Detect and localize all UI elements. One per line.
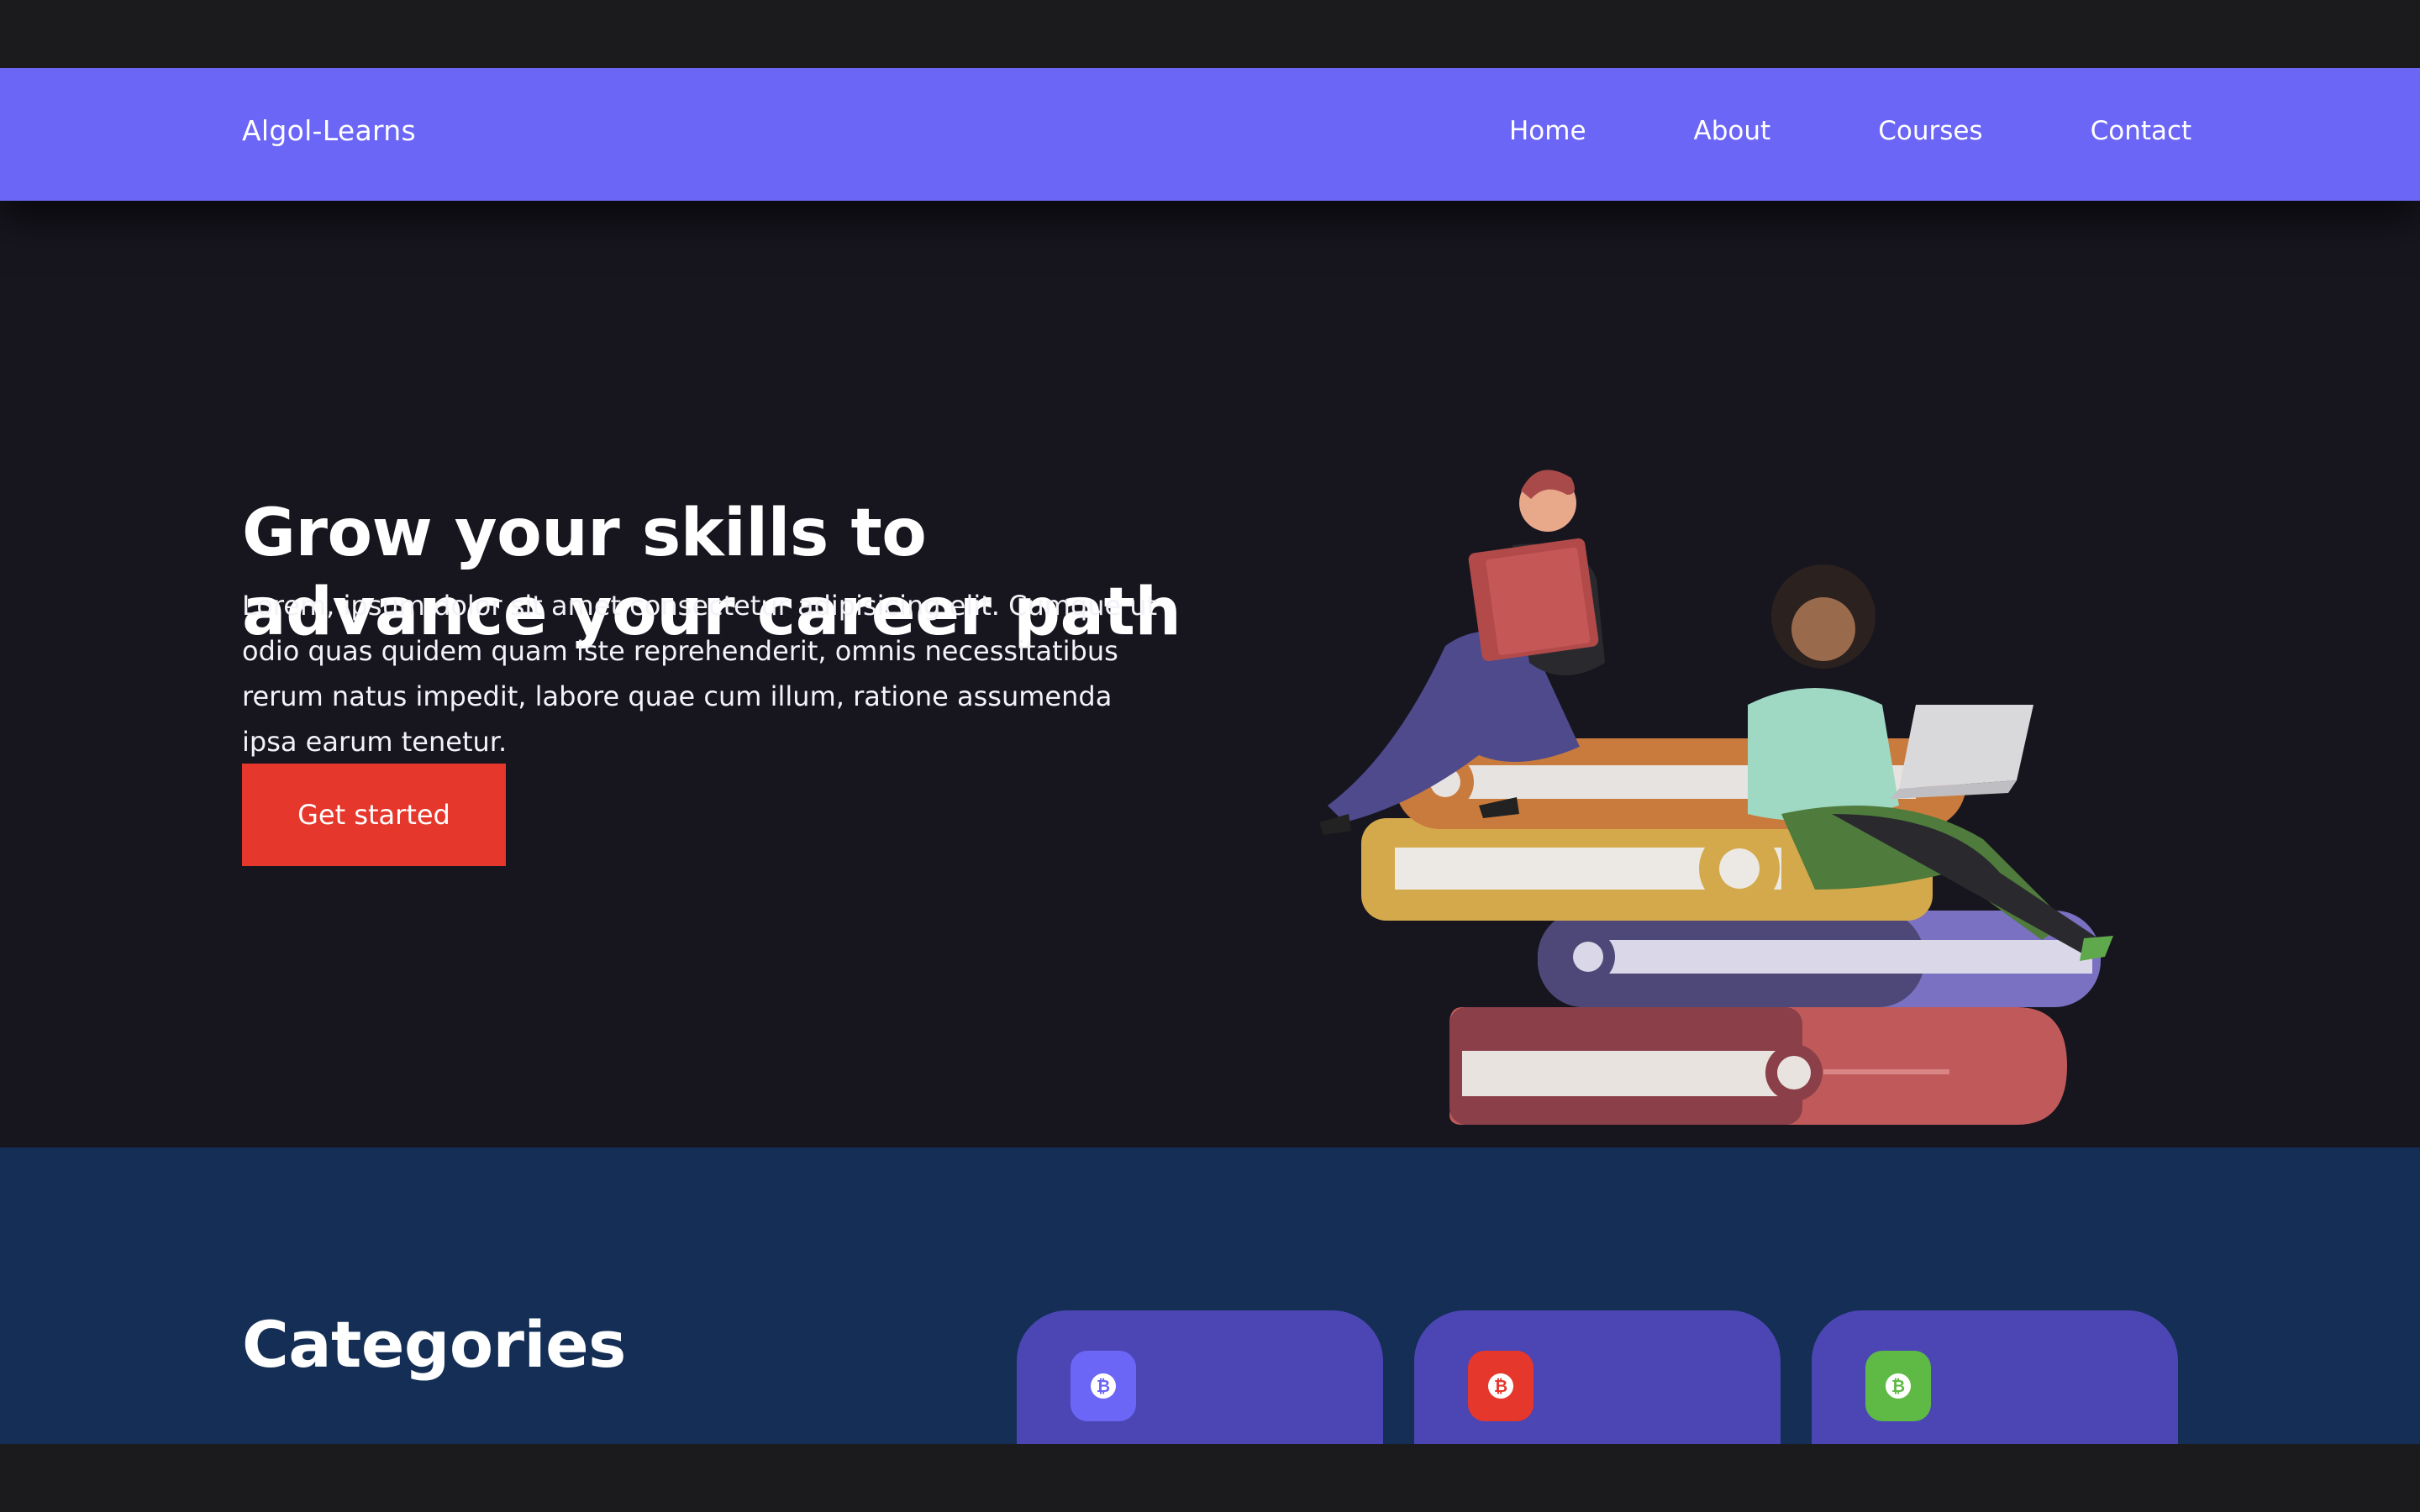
- coin-glyph: ₿: [1091, 1373, 1116, 1399]
- coin-glyph: ₿: [1488, 1373, 1513, 1399]
- category-card[interactable]: ₿: [1017, 1310, 1383, 1444]
- nav-links: Home About Courses Contact: [1509, 116, 2191, 146]
- purple-book: [1538, 911, 2101, 1007]
- coin-glyph: ₿: [1886, 1373, 1911, 1399]
- bitcoin-icon: ₿: [1468, 1351, 1534, 1421]
- people-reading-on-books-illustration: [1319, 470, 2113, 1125]
- red-book: [1449, 1007, 2067, 1125]
- category-card[interactable]: ₿: [1812, 1310, 2178, 1444]
- hero-section: Grow your skills to advance your career …: [0, 201, 2420, 1216]
- category-card[interactable]: ₿: [1414, 1310, 1781, 1444]
- nav-contact-link[interactable]: Contact: [2091, 116, 2192, 146]
- nav-about-link[interactable]: About: [1694, 116, 1771, 146]
- browser-viewport: Algol-Learns Home About Courses Contact …: [0, 68, 2420, 1444]
- get-started-button[interactable]: Get started: [242, 764, 506, 866]
- bitcoin-icon: ₿: [1865, 1351, 1931, 1421]
- categories-section: Categories ₿ ₿ ₿: [0, 1147, 2420, 1444]
- hero-description: Lorem, ipsum dolor sit amet consectetur …: [242, 590, 1158, 758]
- brand-logo[interactable]: Algol-Learns: [242, 114, 416, 147]
- nav-courses-link[interactable]: Courses: [1878, 116, 1982, 146]
- nav-home-link[interactable]: Home: [1509, 116, 1586, 146]
- categories-title: Categories: [242, 1307, 626, 1382]
- navbar: Algol-Learns Home About Courses Contact: [0, 68, 2420, 201]
- bitcoin-icon: ₿: [1071, 1351, 1136, 1421]
